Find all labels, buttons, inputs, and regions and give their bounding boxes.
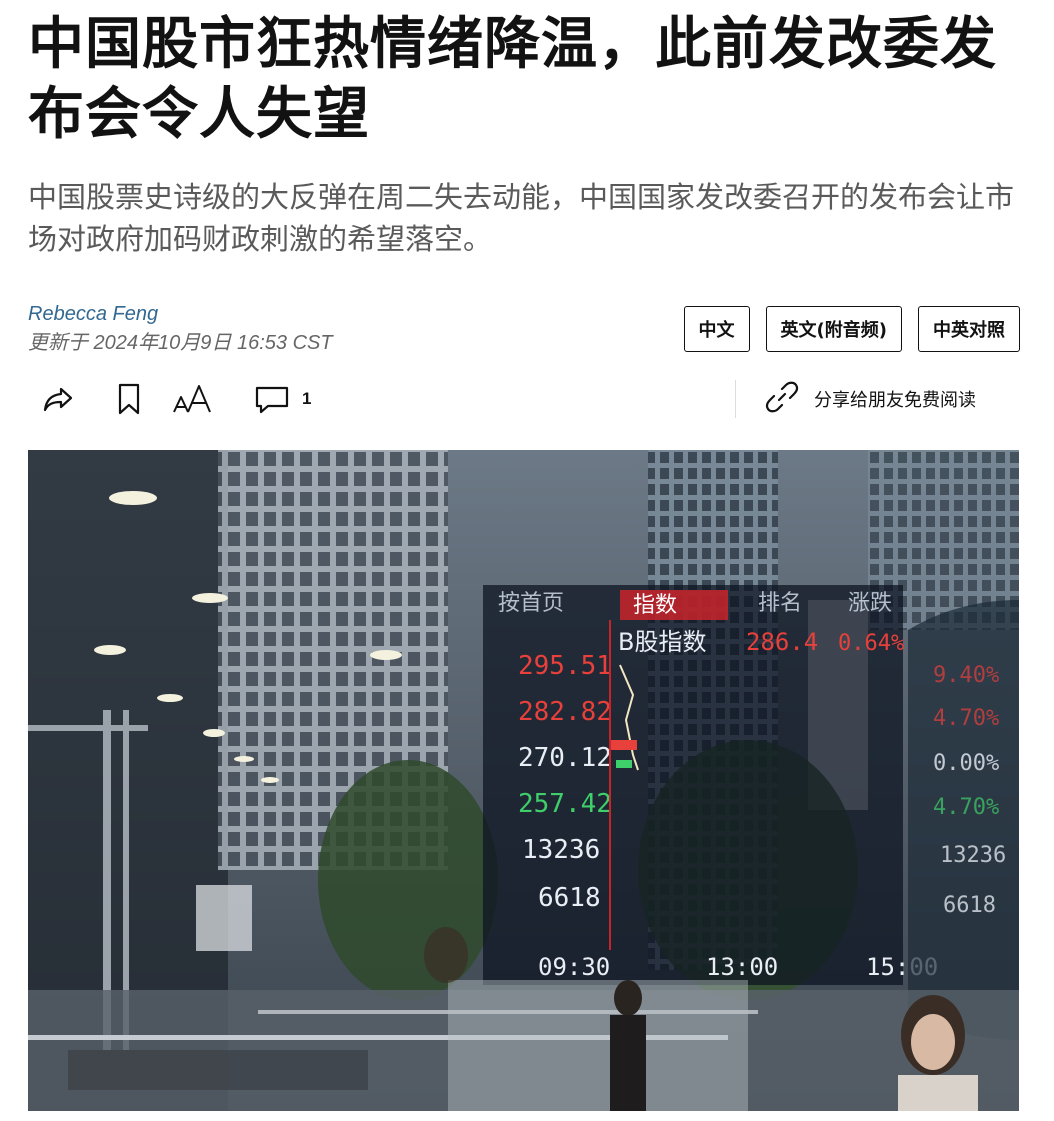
board-value-6: 6618 bbox=[538, 883, 601, 913]
comment-icon bbox=[254, 381, 290, 417]
board-header-4: 涨跌 bbox=[848, 591, 892, 616]
font-size-icon bbox=[170, 381, 214, 417]
board-value-2: 282.82 bbox=[518, 697, 612, 727]
board-header-3: 排名 bbox=[758, 591, 802, 616]
toolbar-divider bbox=[735, 380, 736, 418]
comment-count: 1 bbox=[302, 389, 312, 408]
chinese-button[interactable]: 中文 bbox=[683, 306, 750, 352]
gift-label: 分享给朋友免费阅读 bbox=[814, 390, 976, 411]
right-value-1: 9.40% bbox=[933, 663, 999, 688]
gift-link-icon bbox=[764, 379, 800, 419]
board-value-3: 270.12 bbox=[518, 743, 612, 773]
person-body bbox=[610, 1015, 646, 1111]
board-index-change: 0.64% bbox=[838, 631, 904, 656]
person-face bbox=[911, 1014, 955, 1070]
gift-article-button[interactable]: 分享给朋友免费阅读 bbox=[764, 374, 976, 424]
ceiling-light bbox=[234, 756, 254, 762]
board-time-2: 13:00 bbox=[706, 953, 778, 981]
volume-bar-red bbox=[611, 740, 637, 750]
article-toolbar: 1 分享给朋友免费阅读 bbox=[40, 374, 1030, 424]
font-size-button[interactable] bbox=[170, 374, 214, 424]
bookmark-icon bbox=[114, 381, 144, 417]
right-value-6: 6618 bbox=[943, 893, 996, 918]
ceiling-light bbox=[109, 491, 157, 505]
board-index-label: B股指数 bbox=[618, 628, 706, 656]
parked-bikes bbox=[68, 1050, 368, 1090]
volume-bar-green bbox=[616, 760, 632, 768]
publish-date: 更新于 2024年10月9日 16:53 CST bbox=[28, 332, 333, 354]
stock-board-reflection-image: 按首页 指数 排名 涨跌 B股指数 286.4 0.64% 295.51 282… bbox=[28, 450, 1019, 1111]
right-value-2: 4.70% bbox=[933, 706, 999, 731]
board-value-5: 13236 bbox=[522, 835, 600, 865]
board-time-1: 09:30 bbox=[538, 953, 610, 981]
byline: Rebecca Feng 更新于 2024年10月9日 16:53 CST bbox=[28, 300, 333, 358]
bilingual-button[interactable]: 中英对照 bbox=[918, 306, 1020, 352]
language-switch: 中文 英文(附音频) 中英对照 bbox=[683, 306, 1020, 352]
person-body bbox=[898, 1075, 978, 1111]
person-head bbox=[614, 980, 642, 1016]
board-header-1: 按首页 bbox=[498, 591, 564, 616]
author-link[interactable]: Rebecca Feng bbox=[28, 300, 333, 328]
english-audio-button[interactable]: 英文(附音频) bbox=[765, 306, 902, 352]
ceiling-light bbox=[261, 777, 279, 783]
tree bbox=[318, 760, 498, 1000]
ceiling-light bbox=[203, 729, 225, 737]
bookmark-button[interactable] bbox=[114, 374, 144, 424]
glass-reflection bbox=[448, 980, 748, 1111]
board-header-2: 指数 bbox=[633, 593, 677, 618]
pole-arm bbox=[28, 725, 148, 731]
right-value-3: 0.00% bbox=[933, 751, 999, 776]
article-headline: 中国股市狂热情绪降温，此前发改委发布会令人失望 bbox=[28, 12, 997, 147]
right-value-4: 4.70% bbox=[933, 795, 999, 820]
article-photo[interactable]: 按首页 指数 排名 涨跌 B股指数 286.4 0.64% 295.51 282… bbox=[28, 450, 1019, 1111]
board-value-1: 295.51 bbox=[518, 651, 612, 681]
person-head bbox=[424, 927, 468, 983]
board-value-4: 257.42 bbox=[518, 789, 612, 819]
board-index-value: 286.4 bbox=[746, 628, 818, 656]
comments-button[interactable]: 1 bbox=[254, 374, 311, 424]
right-value-5: 13236 bbox=[940, 843, 1006, 868]
share-button[interactable] bbox=[40, 374, 76, 424]
ceiling-light bbox=[370, 650, 402, 660]
street-sign bbox=[196, 885, 252, 951]
article-summary: 中国股票史诗级的大反弹在周二失去动能，中国国家发改委召开的发布会让市场对政府加码… bbox=[28, 180, 1015, 256]
ceiling-light bbox=[94, 645, 126, 655]
ceiling-light bbox=[157, 694, 183, 702]
share-icon bbox=[40, 381, 76, 417]
ceiling-light bbox=[192, 593, 228, 603]
